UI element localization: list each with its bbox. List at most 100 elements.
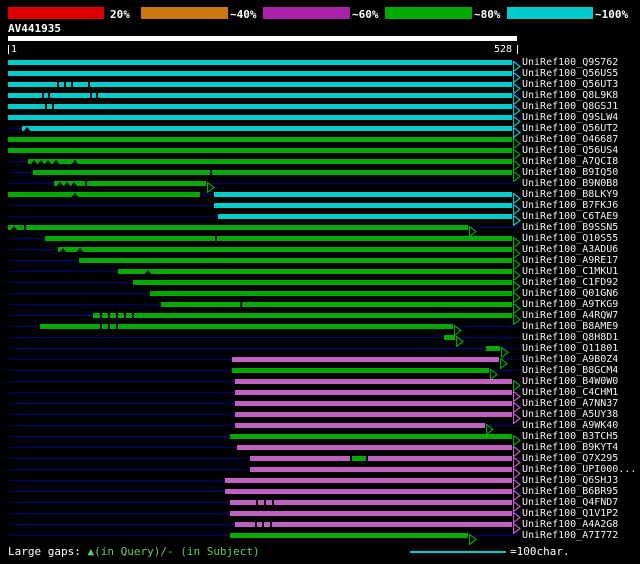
alignment-row: UniRef100_Q1V1P2 (0, 508, 640, 524)
hsp-arrow (512, 79, 521, 95)
hit-label[interactable]: UniRef100_A9B0Z4 (522, 354, 618, 365)
hsp-segment[interactable] (234, 401, 512, 406)
alignment-row: UniRef100_A4RQW7 (0, 310, 640, 326)
hit-label[interactable]: UniRef100_A9RE17 (522, 255, 618, 266)
hit-label[interactable]: UniRef100_Q56US5 (522, 68, 618, 79)
hit-label[interactable]: UniRef100_B8AME9 (522, 321, 618, 332)
hit-label[interactable]: UniRef100_A9TKG9 (522, 299, 618, 310)
hsp-segment[interactable] (57, 247, 512, 252)
hsp-segment[interactable] (8, 60, 512, 65)
hsp-segment[interactable] (218, 214, 512, 219)
hsp-segment[interactable] (229, 511, 512, 516)
hit-label[interactable]: UniRef100_B4W0W0 (522, 376, 618, 387)
hit-label[interactable]: UniRef100_Q56US4 (522, 145, 618, 156)
hit-label[interactable]: UniRef100_Q9S762 (522, 57, 618, 68)
hit-label[interactable]: UniRef100_Q9SLW4 (522, 112, 618, 123)
hit-label[interactable]: UniRef100_C6TAE9 (522, 211, 618, 222)
hsp-segment[interactable] (8, 93, 512, 98)
hit-label[interactable]: UniRef100_A7I772 (522, 530, 618, 541)
hit-label[interactable]: UniRef100_C4CHM1 (522, 387, 618, 398)
alignment-row: UniRef100_Q56UT2 (0, 123, 640, 139)
hit-label[interactable]: UniRef100_Q01GN6 (522, 288, 618, 299)
hsp-segment[interactable] (234, 390, 512, 395)
hit-label[interactable]: UniRef100_B6BR95 (522, 486, 618, 497)
hit-label[interactable]: UniRef100_B9IQ50 (522, 167, 618, 178)
hsp-segment[interactable] (161, 302, 512, 307)
hsp-segment[interactable] (486, 346, 500, 351)
hit-label[interactable]: UniRef100_A4A2G8 (522, 519, 618, 530)
hit-label[interactable]: UniRef100_Q56UT3 (522, 79, 618, 90)
hsp-segment[interactable] (213, 192, 512, 197)
hsp-segment[interactable] (236, 445, 512, 450)
hsp-segment[interactable] (231, 357, 499, 362)
gap-dash-mark (24, 225, 27, 230)
hit-label[interactable]: UniRef100_Q4FND7 (522, 497, 618, 508)
hit-label[interactable]: UniRef100_B8GCM4 (522, 365, 618, 376)
hsp-segment[interactable] (8, 82, 512, 87)
hsp-segment[interactable] (133, 280, 512, 285)
hsp-segment[interactable] (8, 115, 512, 120)
hsp-segment[interactable] (8, 148, 512, 153)
hsp-segment[interactable] (444, 335, 455, 340)
alignment-row: UniRef100_Q56US4 (0, 145, 640, 161)
hsp-segment[interactable] (213, 203, 512, 208)
hit-label[interactable]: UniRef100_A3ADU6 (522, 244, 618, 255)
hsp-segment[interactable] (45, 236, 512, 241)
hsp-segment[interactable] (78, 258, 512, 263)
hsp-segment[interactable] (352, 456, 366, 461)
hsp-segment[interactable] (8, 225, 468, 230)
hit-label[interactable]: UniRef100_A5UY38 (522, 409, 618, 420)
hit-label[interactable]: UniRef100_Q11801 (522, 343, 618, 354)
hit-label[interactable]: UniRef100_Q8L9K8 (522, 90, 618, 101)
hit-label[interactable]: UniRef100_Q10S55 (522, 233, 618, 244)
hsp-segment[interactable] (8, 104, 512, 109)
hit-label[interactable]: UniRef100_A9WK40 (522, 420, 618, 431)
hsp-segment[interactable] (225, 478, 512, 483)
hsp-segment[interactable] (249, 467, 512, 472)
hsp-segment[interactable] (229, 533, 468, 538)
hit-label[interactable]: UniRef100_B8LKY9 (522, 189, 618, 200)
hit-label[interactable]: UniRef100_Q8H8D1 (522, 332, 618, 343)
hit-label[interactable]: UniRef100_C1FD92 (522, 277, 618, 288)
hit-label[interactable]: UniRef100_Q6SHJ3 (522, 475, 618, 486)
scale-label-20: 20% (110, 8, 130, 21)
hit-label[interactable]: UniRef100_B9KYT4 (522, 442, 618, 453)
hsp-segment[interactable] (249, 456, 351, 461)
hsp-segment[interactable] (22, 126, 512, 131)
hsp-segment[interactable] (225, 489, 512, 494)
hit-label[interactable]: UniRef100_A7NN37 (522, 398, 618, 409)
hsp-segment[interactable] (231, 368, 490, 373)
hsp-segment[interactable] (28, 159, 512, 164)
hsp-segment[interactable] (8, 71, 512, 76)
gap-dash-mark (71, 82, 74, 87)
hit-label[interactable]: UniRef100_A7QCI8 (522, 156, 618, 167)
hsp-segment[interactable] (234, 412, 512, 417)
hsp-segment[interactable] (117, 269, 512, 274)
hsp-segment[interactable] (234, 522, 512, 527)
hit-label[interactable]: UniRef100_B7FKJ6 (522, 200, 618, 211)
hsp-segment[interactable] (32, 170, 512, 175)
hsp-segment[interactable] (229, 434, 512, 439)
hsp-segment[interactable] (8, 192, 201, 197)
hsp-segment[interactable] (149, 291, 512, 296)
hit-label[interactable]: UniRef100_B9N0B8 (522, 178, 618, 189)
hit-label[interactable]: UniRef100_O46687 (522, 134, 618, 145)
hit-label[interactable]: UniRef100_Q7X295 (522, 453, 618, 464)
hit-label[interactable]: UniRef100_B3TCH5 (522, 431, 618, 442)
hsp-segment[interactable] (8, 137, 512, 142)
hsp-segment[interactable] (234, 379, 512, 384)
hit-label[interactable]: UniRef100_UPI000... (522, 464, 636, 475)
hit-label[interactable]: UniRef100_Q8GSJ1 (522, 101, 618, 112)
hsp-arrow (512, 123, 521, 139)
hit-label[interactable]: UniRef100_B9SSN5 (522, 222, 618, 233)
hsp-segment[interactable] (367, 456, 512, 461)
hit-label[interactable]: UniRef100_Q56UT2 (522, 123, 618, 134)
hsp-segment[interactable] (234, 423, 486, 428)
hit-label[interactable]: UniRef100_C1MKU1 (522, 266, 618, 277)
hit-label[interactable]: UniRef100_Q1V1P2 (522, 508, 618, 519)
gap-dash-mark (95, 93, 98, 98)
scale-label-40: ~40% (230, 8, 257, 21)
hsp-segment[interactable] (93, 313, 512, 318)
hit-label[interactable]: UniRef100_A4RQW7 (522, 310, 618, 321)
gap-dash-mark (42, 93, 45, 98)
